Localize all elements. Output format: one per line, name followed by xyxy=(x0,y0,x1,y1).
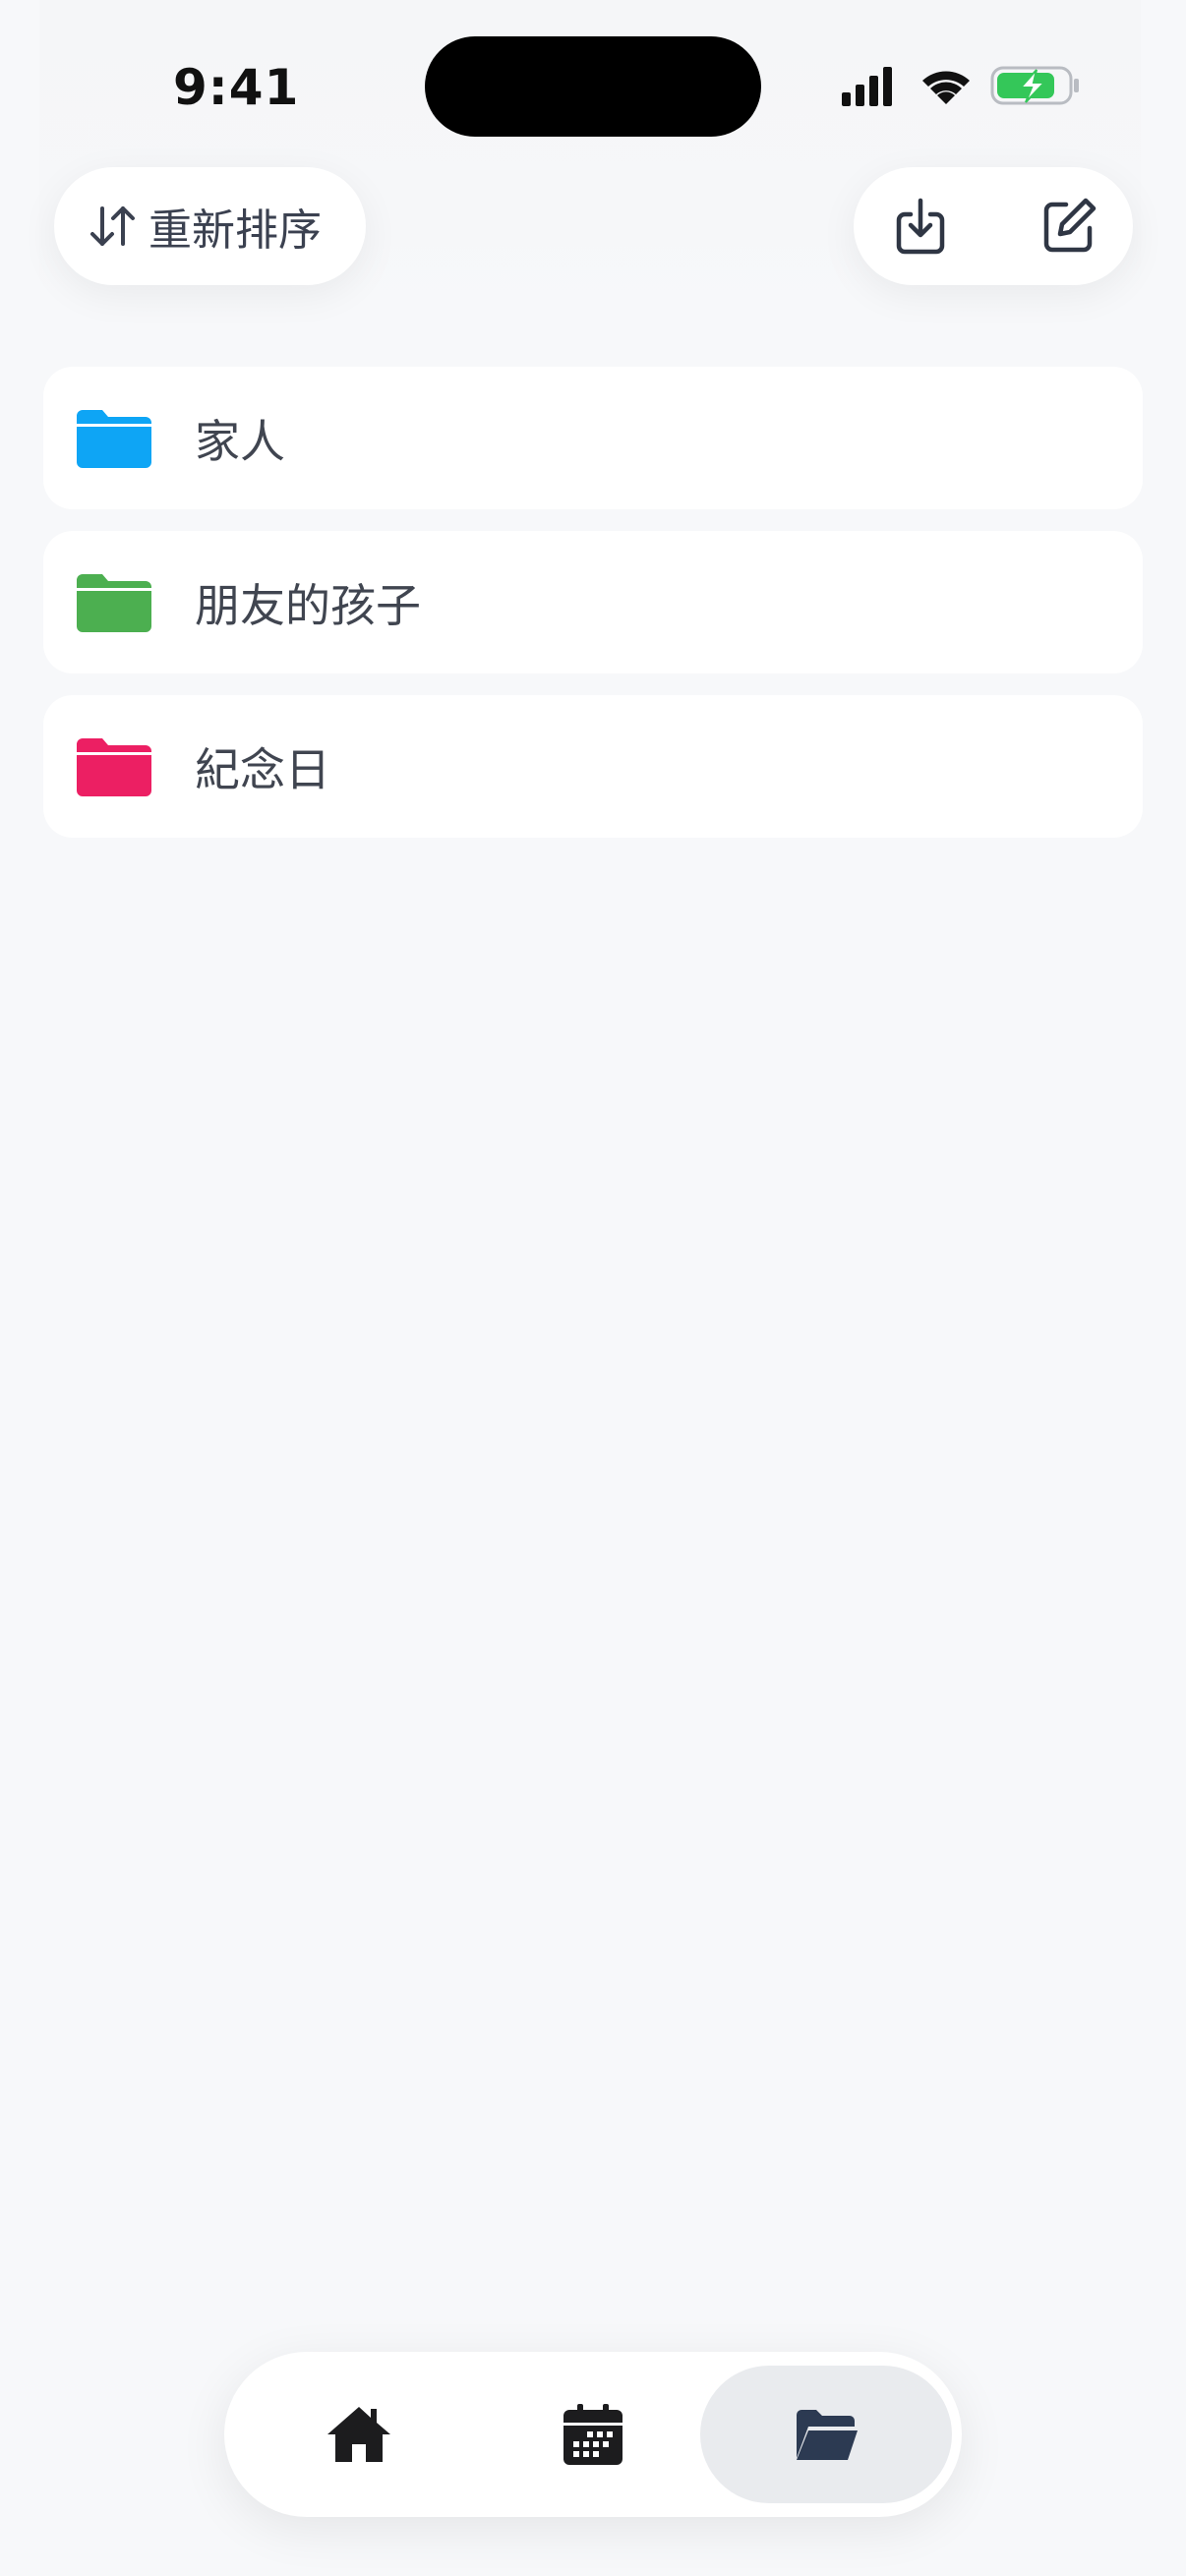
folder-list: 家人 朋友的孩子 紀念日 xyxy=(43,367,1143,859)
status-icons xyxy=(842,66,1079,106)
compose-button[interactable] xyxy=(1037,195,1099,258)
reorder-label: 重新排序 xyxy=(148,205,322,256)
tab-home[interactable] xyxy=(236,2366,482,2503)
compose-icon xyxy=(1043,198,1097,253)
sort-arrows-icon xyxy=(90,206,135,246)
folder-label: 紀念日 xyxy=(195,742,330,796)
status-bar: 9:41 xyxy=(0,0,1186,172)
wifi-icon xyxy=(922,71,970,104)
folder-item-family[interactable]: 家人 xyxy=(43,367,1143,509)
tab-bar xyxy=(224,2352,962,2517)
folder-label: 家人 xyxy=(195,414,285,468)
header-actions xyxy=(854,167,1133,285)
battery-charging-icon xyxy=(990,66,1079,105)
calendar-icon xyxy=(563,2404,623,2465)
status-time: 9:41 xyxy=(173,59,300,116)
folder-icon xyxy=(77,409,151,468)
tab-folders[interactable] xyxy=(700,2366,952,2503)
tab-calendar[interactable] xyxy=(470,2366,716,2503)
folder-item-friends-kids[interactable]: 朋友的孩子 xyxy=(43,531,1143,673)
folder-icon xyxy=(77,737,151,796)
folder-open-icon xyxy=(797,2410,858,2460)
import-tray-icon xyxy=(896,198,945,255)
home-icon xyxy=(327,2407,390,2462)
folder-item-anniversaries[interactable]: 紀念日 xyxy=(43,695,1143,838)
folder-icon xyxy=(77,573,151,632)
import-button[interactable] xyxy=(889,195,952,258)
dynamic-island xyxy=(425,36,761,137)
folder-label: 朋友的孩子 xyxy=(195,578,421,632)
cellular-signal-icon xyxy=(842,67,892,106)
reorder-button[interactable]: 重新排序 xyxy=(54,167,366,285)
